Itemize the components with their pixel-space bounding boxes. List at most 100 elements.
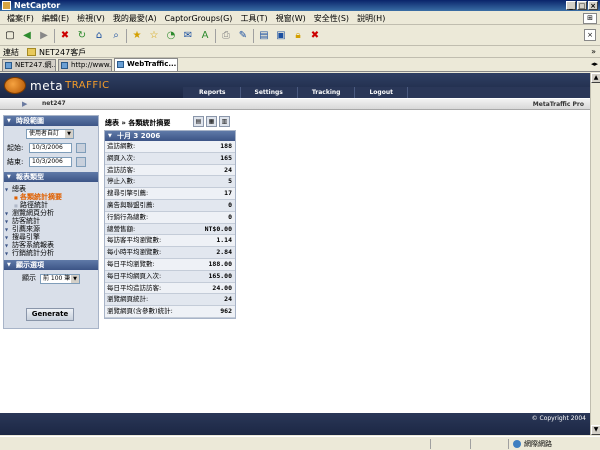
window-icon[interactable]: ▣	[274, 29, 288, 43]
maximize-icon[interactable]: □	[577, 1, 587, 10]
display-select-value: 前 100 筆	[43, 275, 71, 282]
row-label: 廣告與聯盟引薦:	[107, 200, 155, 209]
nav-settings[interactable]: Settings	[241, 87, 298, 98]
table-row: 網頁入次: 165	[105, 152, 235, 165]
browser-window: NetCaptor _ □ × 檔案(F) 編輯(E) 檢視(V) 我的最愛(A…	[0, 0, 600, 450]
row-value: 962	[220, 307, 232, 316]
stop-icon[interactable]: ✖	[58, 29, 72, 43]
site-header: meta TRAFFIC Reports Settings Tracking L…	[0, 73, 590, 98]
browser-tab[interactable]: NET247.網...	[2, 59, 56, 71]
menu-captorgroups[interactable]: CaptorGroups(G)	[161, 12, 237, 25]
nav-item-marketing[interactable]: 行銷統計分析	[4, 249, 98, 258]
row-label: 每日平均瀏覽數:	[107, 259, 155, 268]
row-label: 造訪訪客:	[107, 165, 136, 174]
refresh-icon[interactable]: ↻	[75, 29, 89, 43]
nav-item-page-analysis[interactable]: 瀏覽網頁分析	[4, 209, 98, 218]
table-body: 造訪網數: 188 網頁入次: 165 造訪訪客: 24 停止入數: 5 搜尋引擎引薦: 17 廣告…	[105, 141, 235, 318]
end-date-input[interactable]: 10/3/2006	[29, 157, 72, 167]
favorites-icon[interactable]: ★	[130, 29, 144, 43]
row-value: 1.14	[216, 236, 232, 245]
range-select[interactable]: 使用者自訂 ▼	[26, 129, 74, 139]
add-favorite-icon[interactable]: ☆	[147, 29, 161, 43]
email-icon[interactable]: ▥	[219, 116, 230, 127]
start-date-input[interactable]: 10/3/2006	[29, 143, 72, 153]
tab-scroll-icon[interactable]: ◂▸	[591, 60, 598, 68]
scroll-up-icon[interactable]: ▲	[591, 73, 600, 83]
table-row: 瀏覽網頁(含參數)統計: 962	[105, 306, 235, 318]
report-tools: ▤ ▦ ▥	[193, 116, 230, 127]
close-icon[interactable]: ×	[588, 1, 598, 10]
calendar-icon[interactable]	[76, 143, 86, 153]
nav-reports[interactable]: Reports	[183, 87, 241, 98]
print-icon[interactable]: ⎙	[219, 29, 233, 43]
menu-file[interactable]: 檔案(F)	[3, 12, 38, 25]
row-label: 造訪網數:	[107, 142, 136, 150]
menu-favorites[interactable]: 我的最愛(A)	[109, 12, 161, 25]
menu-tools[interactable]: 工具(T)	[236, 12, 271, 25]
forward-icon[interactable]: ▶	[37, 29, 51, 43]
display-label: 顯示	[22, 274, 36, 282]
menu-window[interactable]: 視窗(W)	[272, 12, 310, 25]
links-item[interactable]: NET247客戶	[39, 47, 86, 58]
lock-icon[interactable]: 🔒︎	[291, 29, 305, 43]
row-value: 2.84	[216, 248, 232, 257]
generate-button[interactable]: Generate	[26, 308, 74, 321]
browser-tab-active[interactable]: WebTraffic...	[114, 58, 178, 71]
row-label: 每日平均造訪訪客:	[107, 283, 162, 292]
export-icon[interactable]: ▦	[206, 116, 217, 127]
account-name: net247	[42, 100, 66, 107]
globe-icon	[513, 440, 521, 448]
browser-tabs: NET247.網... http://www... WebTraffic... …	[0, 58, 600, 72]
start-label: 起始:	[7, 144, 24, 152]
nav-item-visitor-stats[interactable]: 訪客統計	[4, 217, 98, 226]
nav-item-summary[interactable]: 總表	[4, 185, 98, 194]
page-icon	[5, 62, 12, 69]
toolbar-separator	[126, 28, 127, 43]
toolbar-close-icon[interactable]: ×	[584, 29, 596, 41]
home-icon[interactable]: ⌂	[92, 29, 106, 43]
section-display-options[interactable]: 顯示選項	[4, 260, 98, 270]
history-icon[interactable]: ◔	[164, 29, 178, 43]
range-select-value: 使用者自訂	[29, 130, 60, 137]
chevron-right-icon[interactable]: »	[591, 47, 596, 56]
menu-bar: 檔案(F) 編輯(E) 檢視(V) 我的最愛(A) CaptorGroups(G…	[0, 12, 600, 25]
menu-security[interactable]: 安全性(S)	[310, 12, 353, 25]
menu-help[interactable]: 說明(H)	[353, 12, 389, 25]
toolbar-separator	[253, 28, 254, 43]
nav-logout[interactable]: Logout	[355, 87, 408, 98]
back-icon[interactable]: ◀	[20, 29, 34, 43]
new-page-icon[interactable]: ▢	[3, 29, 17, 43]
vertical-scrollbar[interactable]: ▲ ▼	[590, 73, 600, 435]
nav-item-search-engines[interactable]: 搜尋引擎	[4, 233, 98, 242]
row-label: 搜尋引擎引薦:	[107, 189, 149, 198]
nav-item-stat-summary[interactable]: 各類統計摘要	[4, 193, 98, 202]
close-tab-icon[interactable]: ✖	[308, 29, 322, 43]
table-row: 行銷行為總數: 0	[105, 212, 235, 224]
font-size-icon[interactable]: A	[198, 29, 212, 43]
section-report-type[interactable]: 報表類型	[4, 172, 98, 182]
page-icon[interactable]: ▤	[257, 29, 271, 43]
menu-edit[interactable]: 編輯(E)	[38, 12, 73, 25]
row-label: 每日平均網頁入次:	[107, 271, 162, 280]
row-value: 0	[228, 200, 232, 209]
menu-view[interactable]: 檢視(V)	[73, 12, 109, 25]
logo-orb-icon	[4, 77, 26, 94]
calendar-icon[interactable]	[76, 157, 86, 167]
print-icon[interactable]: ▤	[193, 116, 204, 127]
minimize-icon[interactable]: _	[566, 1, 576, 10]
nav-item-path-stats[interactable]: 路徑統計	[4, 201, 98, 210]
edit-icon[interactable]: ✎	[236, 29, 250, 43]
scroll-down-icon[interactable]: ▼	[591, 425, 600, 435]
nav-item-referrers[interactable]: 引薦來源	[4, 225, 98, 234]
table-date-header[interactable]: 十月 3 2006	[105, 131, 235, 141]
search-icon[interactable]: ⌕	[109, 29, 123, 43]
window-title: NetCaptor	[14, 1, 61, 10]
title-bar: NetCaptor _ □ ×	[0, 0, 600, 11]
row-label: 每訪客平均瀏覽數:	[107, 236, 162, 245]
mail-icon[interactable]: ✉	[181, 29, 195, 43]
nav-item-visitor-systems[interactable]: 訪客系統報表	[4, 241, 98, 250]
display-select[interactable]: 前 100 筆 ▼	[40, 274, 80, 284]
section-date-range[interactable]: 時段範圍	[4, 116, 98, 126]
nav-tracking[interactable]: Tracking	[298, 87, 356, 98]
browser-tab[interactable]: http://www...	[58, 59, 112, 71]
